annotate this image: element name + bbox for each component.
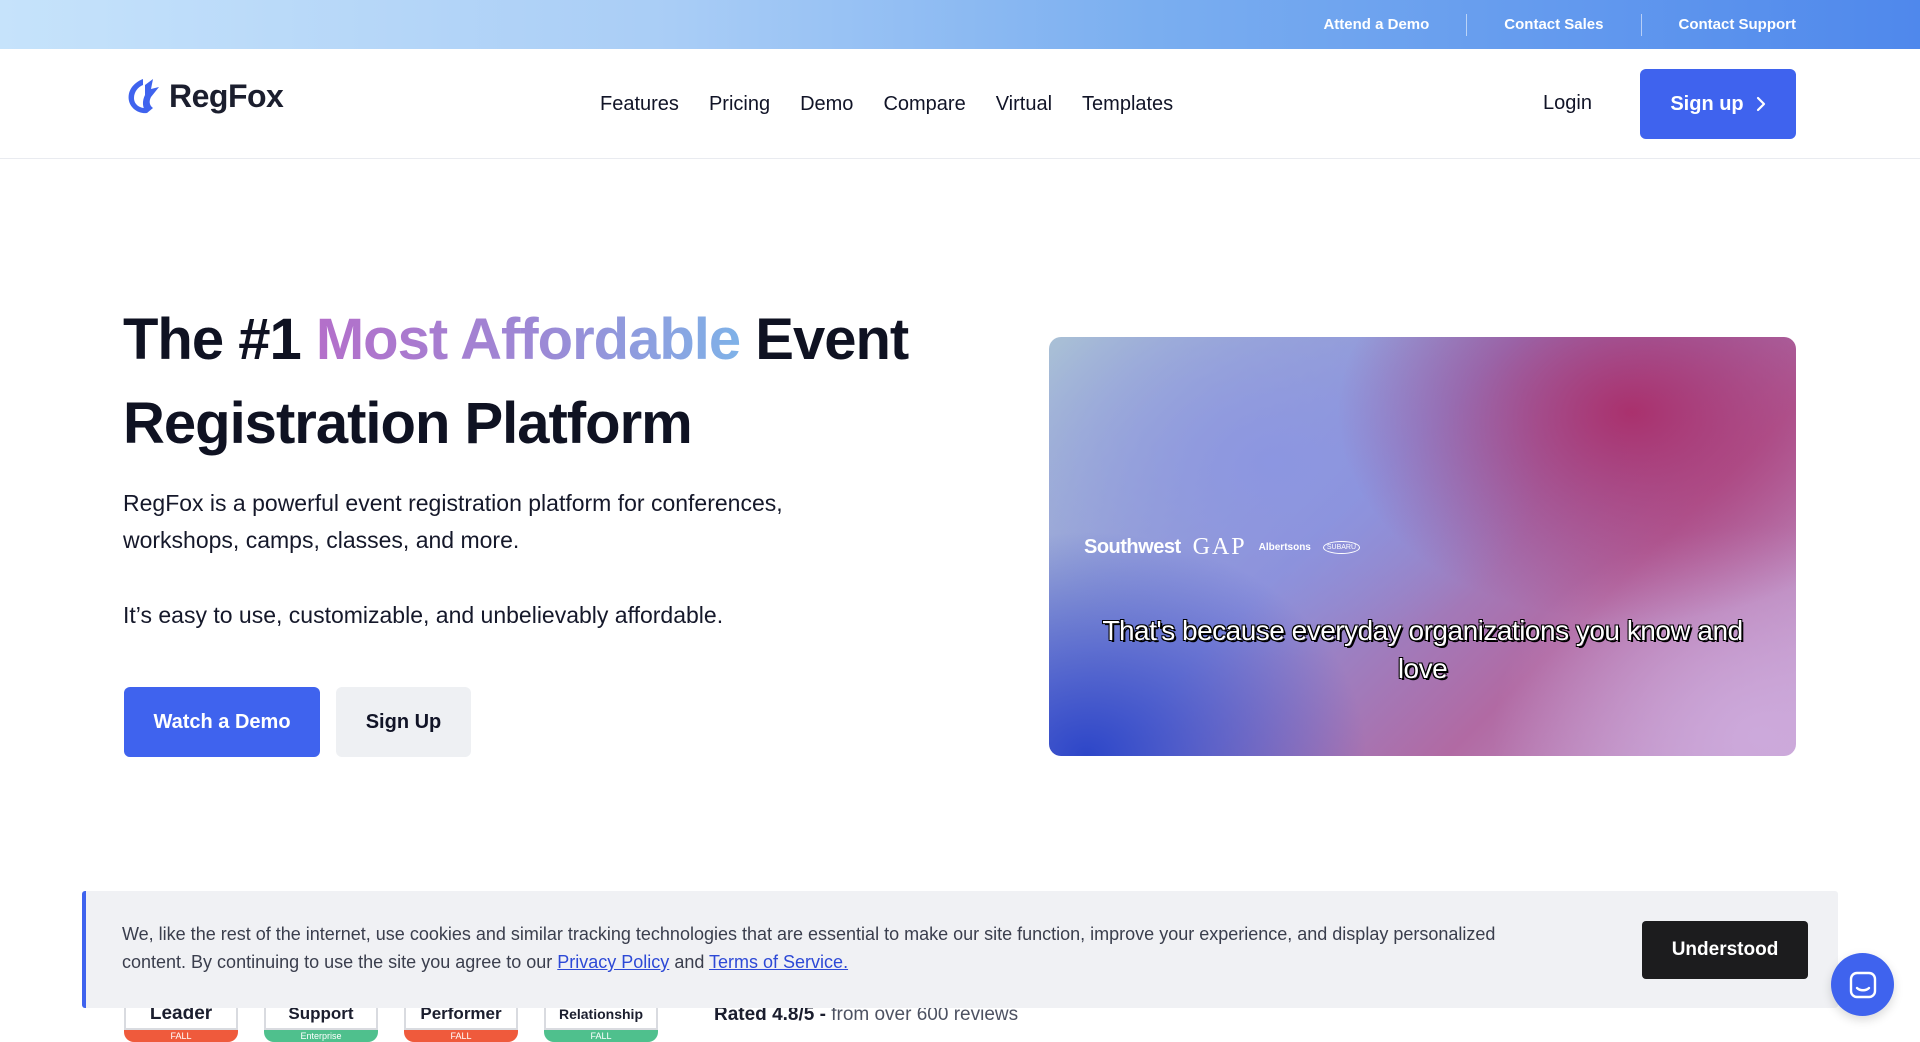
top-utility-bar: Attend a Demo Contact Sales Contact Supp… (0, 0, 1920, 49)
cookie-text: We, like the rest of the internet, use c… (122, 920, 1542, 976)
nav-link-demo[interactable]: Demo (800, 93, 853, 116)
logo-text: RegFox (169, 77, 284, 114)
video-caption: That's because everyday organizations yo… (1102, 615, 1743, 684)
hero-description: RegFox is a powerful event registration … (123, 490, 783, 553)
contact-support-link[interactable]: Contact Support (1642, 16, 1797, 33)
chat-launcher[interactable] (1831, 953, 1894, 1016)
login-link[interactable]: Login (1543, 92, 1592, 115)
main-navigation: RegFox Features Pricing Demo Compare Vir… (0, 49, 1920, 159)
cookie-banner: We, like the rest of the internet, use c… (82, 891, 1838, 1008)
hero-sign-up-button[interactable]: Sign Up (336, 687, 471, 757)
hero-tagline: It’s easy to use, customizable, and unbe… (123, 602, 724, 628)
southwest-logo: Southwest (1084, 536, 1181, 558)
hero-title-highlight: Most Affordable (315, 307, 741, 372)
sign-up-label: Sign up (1670, 92, 1744, 115)
subaru-logo: SUBARU (1322, 541, 1361, 554)
contact-sales-link[interactable]: Contact Sales (1467, 16, 1640, 33)
chat-icon (1849, 971, 1876, 998)
sign-up-button[interactable]: Sign up (1640, 69, 1796, 139)
badge-season: Enterprise (264, 1030, 378, 1042)
watch-demo-button[interactable]: Watch a Demo (124, 687, 320, 757)
hero-title-part1: The #1 (123, 307, 316, 372)
gap-logo: GAP (1192, 534, 1247, 560)
terms-of-service-link[interactable]: Terms of Service. (709, 952, 848, 972)
albertsons-logo: Albertsons (1258, 542, 1311, 553)
topbar-links: Attend a Demo Contact Sales Contact Supp… (1286, 0, 1796, 49)
nav-link-features[interactable]: Features (600, 93, 679, 116)
hero-video[interactable]: Southwest GAP Albertsons SUBARU That's b… (1049, 337, 1796, 756)
brand-logos: Southwest GAP Albertsons SUBARU (1084, 534, 1361, 561)
regfox-logo[interactable]: RegFox (123, 75, 284, 117)
badge-season: FALL (404, 1030, 518, 1042)
hero-title: The #1 Most Affordable Event Registratio… (123, 298, 943, 466)
nav-link-virtual[interactable]: Virtual (996, 93, 1052, 116)
nav-link-pricing[interactable]: Pricing (709, 93, 770, 116)
cookie-and: and (669, 952, 710, 972)
badge-season: FALL (544, 1030, 658, 1042)
understood-button[interactable]: Understood (1642, 921, 1808, 979)
nav-link-templates[interactable]: Templates (1082, 93, 1173, 116)
badge-season: FALL (124, 1030, 238, 1042)
privacy-policy-link[interactable]: Privacy Policy (557, 952, 669, 972)
nav-links: Features Pricing Demo Compare Virtual Te… (600, 49, 1173, 159)
attend-demo-link[interactable]: Attend a Demo (1286, 16, 1466, 33)
nav-link-compare[interactable]: Compare (883, 93, 965, 116)
fox-logo-icon (128, 79, 159, 114)
chevron-right-icon (1756, 96, 1765, 112)
